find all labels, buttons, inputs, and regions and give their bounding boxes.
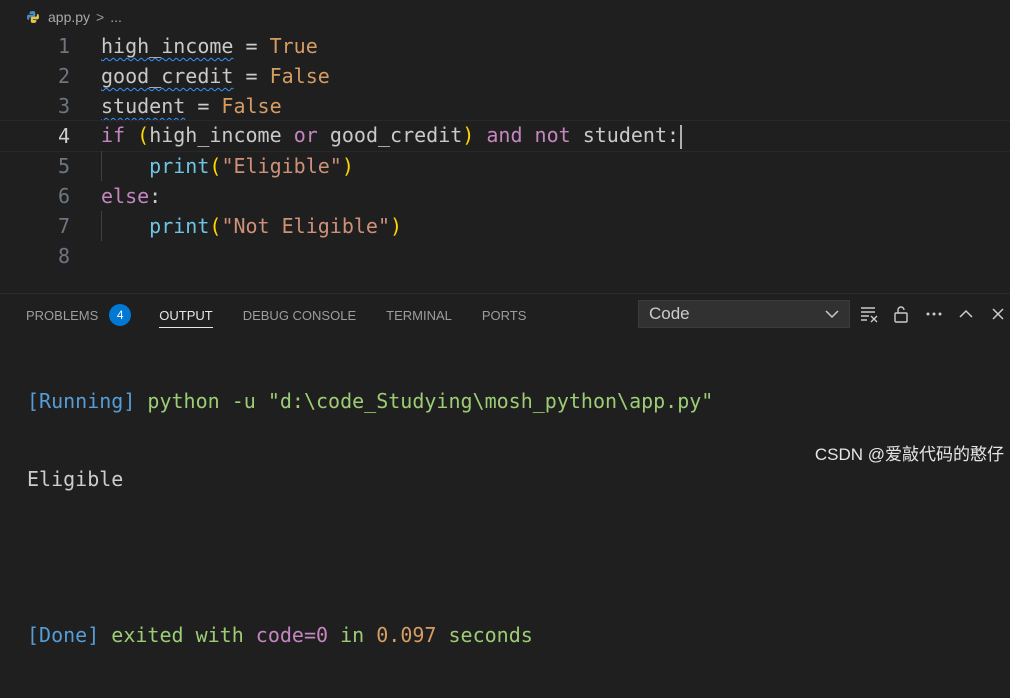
- code-editor[interactable]: 1 high_income = True 2 good_credit = Fal…: [0, 31, 1010, 293]
- output-line: [Done] exited with code=0 in 0.097 secon…: [27, 623, 533, 647]
- indent-guide: [101, 151, 102, 181]
- line-number: 6: [57, 184, 70, 208]
- output-channel-value: Code: [649, 304, 690, 323]
- code-text: student = False: [101, 94, 282, 118]
- tab-output[interactable]: OUTPUT: [159, 294, 214, 336]
- code-line[interactable]: 3 student = False: [0, 91, 1010, 121]
- code-line[interactable]: 1 high_income = True: [0, 31, 1010, 61]
- output-channel-select[interactable]: Code: [638, 300, 850, 328]
- code-line[interactable]: 5 print("Eligible"): [0, 151, 1010, 181]
- code-line[interactable]: 8: [0, 241, 1010, 271]
- tab-label: TERMINAL: [386, 307, 452, 323]
- code-text: high_income = True: [101, 34, 318, 58]
- code-line[interactable]: 6 else:: [0, 181, 1010, 211]
- problems-count-badge: 4: [109, 304, 132, 326]
- lock-icon[interactable]: [891, 304, 911, 324]
- python-file-icon: [26, 10, 40, 24]
- code-text: print("Not Eligible"): [149, 214, 403, 238]
- output-line: Eligible: [27, 467, 124, 491]
- breadcrumb: app.py > ...: [0, 0, 1010, 34]
- line-number: 4: [57, 124, 70, 148]
- code-text: good_credit = False: [101, 64, 330, 88]
- tab-label: OUTPUT: [159, 307, 213, 323]
- code-text: else:: [101, 184, 162, 208]
- line-number: 3: [57, 94, 70, 118]
- breadcrumb-file[interactable]: app.py: [48, 9, 90, 25]
- line-number: 1: [57, 34, 70, 58]
- watermark: CSDN @爱敲代码的憨仔: [814, 445, 1004, 464]
- tab-debug-console[interactable]: DEBUG CONSOLE: [243, 294, 356, 336]
- text-cursor: [680, 124, 683, 149]
- chevron-right-icon: >: [96, 9, 105, 25]
- output-line: [Running] python -u "d:\code_Studying\mo…: [27, 389, 714, 413]
- indent-guide: [101, 211, 102, 241]
- tab-label: DEBUG CONSOLE: [242, 307, 357, 323]
- code-text: if (high_income or good_credit) and not …: [101, 123, 683, 149]
- close-panel-icon[interactable]: [988, 304, 1008, 324]
- output-log[interactable]: [Running] python -u "d:\code_Studying\mo…: [27, 338, 713, 698]
- code-line-active[interactable]: 4 if (high_income or good_credit) and no…: [0, 120, 1010, 152]
- breadcrumb-ellipsis[interactable]: ...: [110, 9, 122, 25]
- clear-output-icon[interactable]: [859, 304, 879, 324]
- code-line[interactable]: 2 good_credit = False: [0, 61, 1010, 91]
- line-number: 2: [57, 64, 70, 88]
- line-number: 7: [57, 214, 70, 238]
- tab-label: PROBLEMS: [26, 307, 99, 323]
- more-actions-icon[interactable]: [924, 304, 944, 324]
- tab-label: PORTS: [481, 307, 527, 323]
- tab-ports[interactable]: PORTS: [482, 294, 527, 336]
- line-number: 8: [57, 244, 70, 268]
- code-line[interactable]: 7 print("Not Eligible"): [0, 211, 1010, 241]
- tab-terminal[interactable]: TERMINAL: [386, 294, 452, 336]
- chevron-down-icon: [825, 304, 839, 324]
- code-text: print("Eligible"): [149, 154, 354, 178]
- maximize-panel-icon[interactable]: [956, 304, 976, 324]
- line-number: 5: [57, 154, 70, 178]
- tab-problems[interactable]: PROBLEMS 4: [26, 294, 132, 336]
